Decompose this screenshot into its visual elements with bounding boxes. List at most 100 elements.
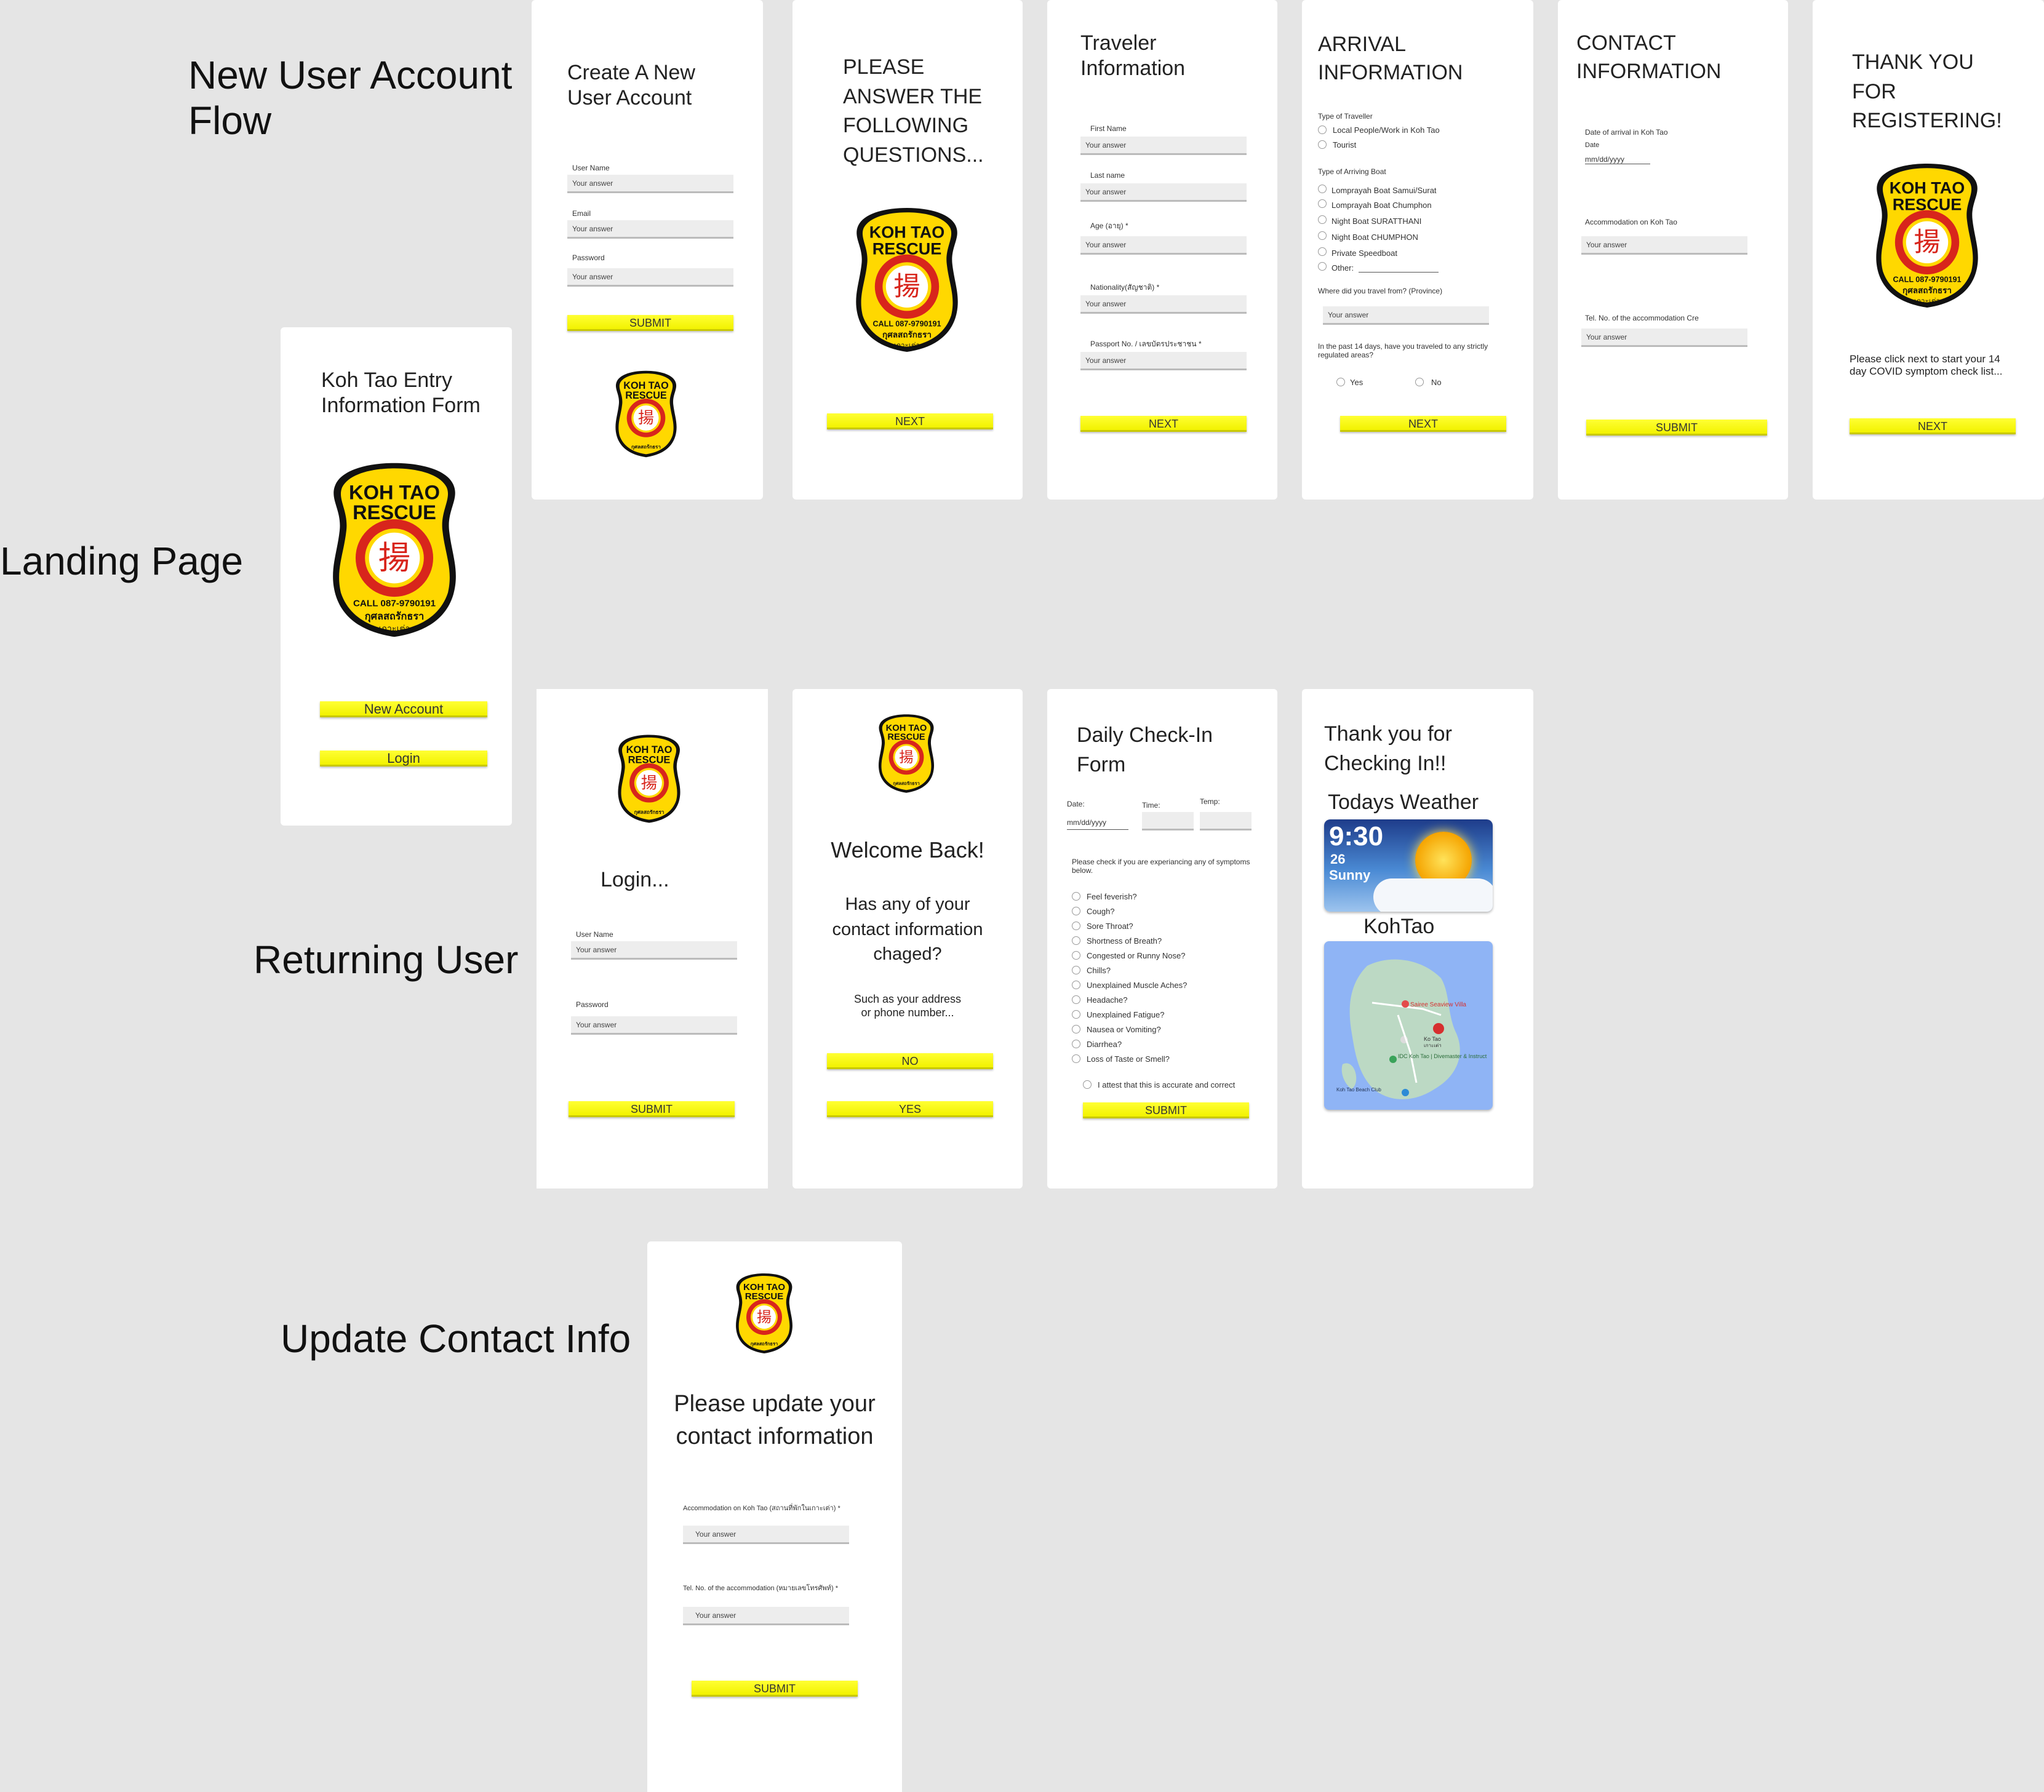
symptom-item[interactable]: Sore Throat? [1072, 922, 1256, 936]
temp-input[interactable] [1200, 812, 1252, 830]
svg-text:KOH TAO: KOH TAO [886, 723, 927, 733]
radio-boat-5[interactable] [1318, 247, 1327, 256]
nationality-input[interactable]: Your answer [1080, 295, 1247, 314]
radio-boat-1[interactable] [1318, 185, 1327, 193]
login-button[interactable]: Login [320, 751, 487, 767]
symptom-checkbox[interactable] [1072, 995, 1080, 1004]
radio-no-label: No [1431, 378, 1442, 387]
daily-title: Daily Check-In Form [1077, 723, 1213, 776]
symptom-checkbox[interactable] [1072, 1010, 1080, 1019]
map-widget[interactable]: Sairee Seaview Villa Ko Tao เกาะเต่า IDC… [1324, 941, 1493, 1110]
arrival-date-input[interactable]: mm/dd/yyyy [1585, 155, 1650, 164]
symptom-item[interactable]: Headache? [1072, 995, 1256, 1010]
arrival-info-screen: ARRIVAL INFORMATION Type of Traveller Lo… [1302, 0, 1533, 500]
contact-submit-button[interactable]: SUBMIT [1586, 420, 1767, 436]
questions-title: PLEASE ANSWER THE FOLLOWING QUESTIONS... [843, 55, 984, 167]
update-submit-button[interactable]: SUBMIT [692, 1681, 858, 1697]
symptom-item[interactable]: Feel feverish? [1072, 892, 1256, 907]
symptom-item[interactable]: Shortness of Breath? [1072, 936, 1256, 951]
traveler-title: Traveler Information [1080, 31, 1186, 80]
symptom-checkbox[interactable] [1072, 936, 1080, 945]
radio-boat-2[interactable] [1318, 199, 1327, 208]
last-name-input[interactable]: Your answer [1080, 183, 1247, 202]
radio-local[interactable] [1318, 125, 1327, 134]
symptom-item[interactable]: Chills? [1072, 966, 1256, 981]
update-tel-input[interactable]: Your answer [683, 1607, 849, 1625]
nationality-label: Nationality(สัญชาติ) * [1090, 283, 1160, 292]
logo-chinese-char: 揚 [378, 540, 410, 576]
symptom-checkbox[interactable] [1072, 892, 1080, 901]
symptom-checkbox[interactable] [1072, 922, 1080, 930]
login-password-label: Password [576, 1000, 609, 1009]
symptom-item[interactable]: Cough? [1072, 907, 1256, 922]
symptom-checkbox[interactable] [1072, 1025, 1080, 1033]
new-account-button[interactable]: New Account [320, 701, 487, 717]
email-input[interactable]: Your answer [567, 220, 733, 239]
symptom-checkbox[interactable] [1072, 907, 1080, 915]
password-input[interactable]: Your answer [567, 268, 733, 287]
radio-boat-3-label: Night Boat SURATTHANI [1331, 217, 1422, 226]
checkin-date-input[interactable]: mm/dd/yyyy [1067, 818, 1128, 830]
thanks-next-button[interactable]: NEXT [1850, 418, 2016, 434]
first-name-input[interactable]: Your answer [1080, 137, 1247, 155]
symptoms-intro: Please check if you are experiancing any… [1072, 858, 1250, 875]
create-submit-button[interactable]: SUBMIT [567, 315, 733, 331]
contact-title: CONTACT INFORMATION [1576, 31, 1722, 83]
radio-boat-4[interactable] [1318, 231, 1327, 240]
username-label: User Name [572, 164, 610, 172]
radio-boat-3[interactable] [1318, 215, 1327, 224]
svg-text:กุศลสถรักธรา: กุศลสถรักธรา [1902, 286, 1952, 296]
symptom-checkbox[interactable] [1072, 1040, 1080, 1048]
radio-no[interactable] [1415, 378, 1424, 386]
yes-button[interactable]: YES [827, 1101, 993, 1117]
symptom-checkbox[interactable] [1072, 951, 1080, 960]
radio-tourist[interactable] [1318, 140, 1327, 149]
svg-text:Ko Tao: Ko Tao [1424, 1036, 1441, 1042]
update-accommodation-input[interactable]: Your answer [683, 1526, 849, 1544]
username-input[interactable]: Your answer [567, 175, 733, 193]
symptom-item[interactable]: Nausea or Vomiting? [1072, 1025, 1256, 1040]
attest-checkbox[interactable] [1083, 1080, 1092, 1089]
accommodation-input[interactable]: Your answer [1581, 236, 1747, 255]
weather-title: Todays Weather [1328, 790, 1479, 814]
passport-label: Passport No. / เลขบัตรประชาชน * [1090, 340, 1202, 348]
arrival-next-button[interactable]: NEXT [1340, 416, 1506, 432]
symptom-checkbox[interactable] [1072, 966, 1080, 974]
symptom-item[interactable]: Loss of Taste or Smell? [1072, 1054, 1256, 1069]
radio-yes[interactable] [1336, 378, 1345, 386]
accommodation-label: Accommodation on Koh Tao [1585, 218, 1677, 226]
traveller-type-label: Type of Traveller [1318, 112, 1373, 121]
no-button[interactable]: NO [827, 1053, 993, 1069]
other-text-line[interactable] [1359, 272, 1439, 273]
time-input[interactable] [1142, 812, 1194, 830]
island-map: Sairee Seaview Villa Ko Tao เกาะเต่า IDC… [1336, 959, 1487, 1099]
passport-input[interactable]: Your answer [1080, 352, 1247, 370]
travel-from-input[interactable]: Your answer [1323, 306, 1489, 325]
welcome-question: Has any of your contact information chag… [832, 894, 983, 965]
symptom-label: Diarrhea? [1087, 1040, 1122, 1049]
login-password-input[interactable]: Your answer [571, 1016, 737, 1035]
traveler-next-button[interactable]: NEXT [1080, 416, 1247, 432]
svg-text:กุศลสถรักธรา: กุศลสถรักธรา [882, 330, 932, 340]
symptom-item[interactable]: Diarrhea? [1072, 1040, 1256, 1054]
travel-from-label: Where did you travel from? (Province) [1318, 287, 1443, 295]
symptom-item[interactable]: Unexplained Muscle Aches? [1072, 981, 1256, 995]
logo-phone: CALL 087-9790191 [353, 598, 436, 608]
daily-submit-button[interactable]: SUBMIT [1083, 1102, 1249, 1118]
symptom-checkbox[interactable] [1072, 981, 1080, 989]
questions-next-button[interactable]: NEXT [827, 413, 993, 429]
symptom-item[interactable]: Unexplained Fatigue? [1072, 1010, 1256, 1025]
accommodation-tel-input[interactable]: Your answer [1581, 329, 1747, 347]
radio-yes-label: Yes [1350, 378, 1363, 387]
login-submit-button[interactable]: SUBMIT [569, 1101, 735, 1117]
symptom-label: Nausea or Vomiting? [1087, 1025, 1161, 1034]
svg-text:RESCUE: RESCUE [625, 390, 667, 401]
age-input[interactable]: Your answer [1080, 236, 1247, 255]
svg-text:KOH TAO: KOH TAO [869, 223, 945, 242]
symptom-checkbox[interactable] [1072, 1054, 1080, 1063]
logo-thai-2: เกาะเต่า [379, 624, 410, 634]
radio-boat-other[interactable] [1318, 262, 1327, 271]
radio-boat-1-label: Lomprayah Boat Samui/Surat [1331, 186, 1437, 195]
symptom-item[interactable]: Congested or Runny Nose? [1072, 951, 1256, 966]
login-username-input[interactable]: Your answer [571, 941, 737, 960]
